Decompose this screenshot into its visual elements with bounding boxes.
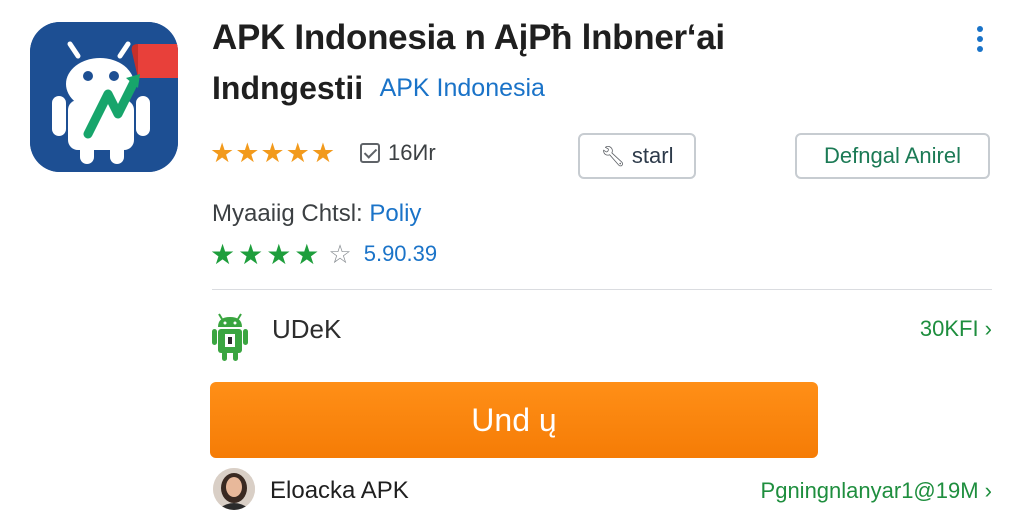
android-update-icon — [212, 313, 248, 361]
android-robot-app-icon — [30, 22, 178, 172]
update-label: UDeK — [272, 314, 342, 344]
app-title: APK Indonesia n AįPħ lnbnerʻai — [212, 18, 725, 57]
checkbox-icon[interactable] — [360, 143, 381, 163]
start-button[interactable]: 🔧︎ starl — [578, 133, 696, 179]
avatar[interactable] — [213, 468, 255, 510]
rating-row: ★★★★★ 16Иr — [210, 138, 436, 168]
filled-stars: ★★★★ — [210, 238, 323, 270]
developer-name: Eloacka APK — [270, 477, 409, 504]
app-subtitle: Indngestii — [212, 70, 364, 106]
meta-row: Myaaiig Chtsl: Poliy — [212, 200, 421, 228]
meta-value-link[interactable]: Poliy — [369, 200, 421, 227]
start-button-label: starl — [631, 143, 674, 168]
developer-link[interactable]: APK Indonesia — [380, 74, 545, 102]
rating-row-secondary: ★★★★ ☆ 5.90.39 — [210, 237, 437, 271]
divider — [212, 289, 992, 290]
wrench-icon: 🔧︎ — [600, 145, 626, 168]
app-icon — [30, 22, 178, 172]
kebab-menu-icon[interactable] — [968, 26, 992, 60]
developer-info-link[interactable]: Pgningnlanyar1@19M › — [761, 478, 992, 504]
review-count: 16Иr — [388, 140, 436, 165]
rating-score: 5.90.39 — [363, 241, 438, 266]
primary-action-button[interactable]: Und ų — [210, 382, 818, 458]
primary-button-label: Und ų — [471, 401, 557, 438]
empty-star-icon: ☆ — [328, 238, 352, 269]
rating-stars: ★★★★★ — [210, 137, 337, 168]
subtitle-row: Indngestii APK Indonesia — [212, 70, 545, 107]
default-button[interactable]: Defngal Anirel — [795, 133, 990, 179]
default-button-label: Defngal Anirel — [824, 143, 961, 168]
meta-label: Myaaiig Chtsl: — [212, 200, 363, 227]
update-size-link[interactable]: 30KFI › — [920, 316, 992, 342]
